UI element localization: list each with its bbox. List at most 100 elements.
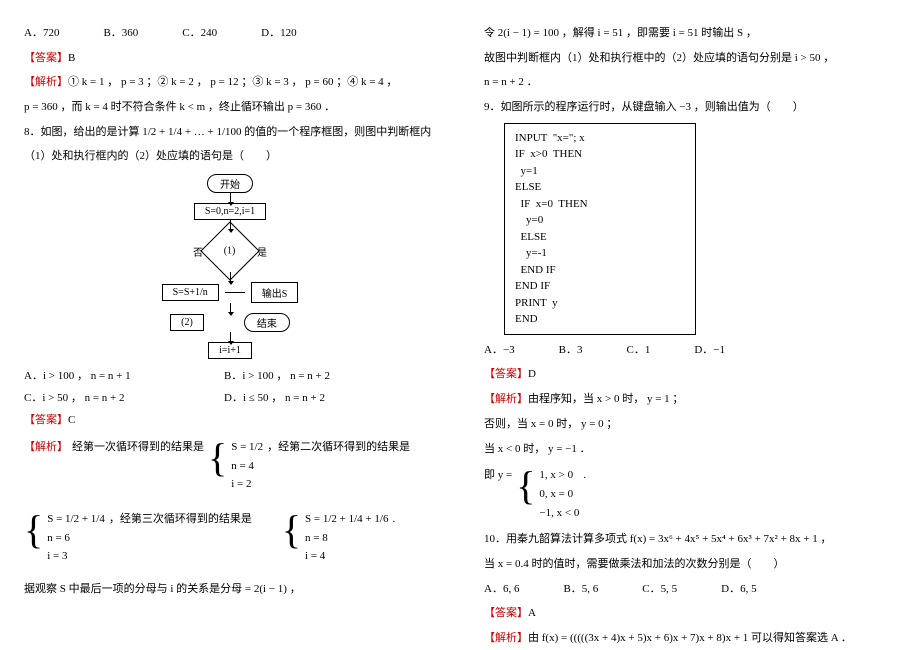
brace-icon: { [282, 510, 301, 550]
q8-exp-mid: ，经第二次循环得到的结果是 [267, 438, 410, 457]
q8-exp-row1: 【解析】 经第一次循环得到的结果是 { S = 1/2 n = 4 i = 2 … [24, 438, 436, 494]
q8-block1: S = 1/2 n = 4 i = 2 [231, 438, 263, 494]
blk3-period: . [392, 510, 395, 529]
q7-explanation-1: 【解析】① k = 1 ， p = 3 ；② k = 2 ， p = 12 ；③… [24, 73, 436, 92]
q10-answer: 【答案】A [484, 604, 896, 623]
q7-exp-text-1: ① k = 1 ， p = 3 ；② k = 2 ， p = 12 ；③ k =… [68, 76, 397, 88]
q10-explanation: 【解析】由 f(x) = (((((3x + 4)x + 5)x + 6)x +… [484, 629, 896, 648]
code-l2: IF x>0 THEN [515, 146, 685, 163]
q10-stem-b: 当 x = 0.4 时的值时，需要做乘法和加法的次数分别是（ ） [484, 555, 896, 574]
fc-cond-text: (1) [224, 246, 236, 257]
blk1-l3: i = 2 [231, 475, 263, 494]
explain-tag: 【解析】 [484, 632, 528, 644]
fc-mid-row: S=S+1/n 输出S [162, 282, 299, 303]
code-l8: y=-1 [515, 245, 685, 262]
q10-answer-value: A [528, 607, 536, 619]
q8-block2: S = 1/2 + 1/4 n = 6 i = 3 [47, 510, 105, 566]
answer-tag: 【答案】 [24, 52, 68, 64]
fc-arrow-icon [230, 303, 231, 313]
q9-exp-text-1: 由程序知，当 x > 0 时， y = 1 ； [528, 393, 683, 405]
fc-cond-row: 否 (1) 是 [193, 230, 267, 272]
q10-stem-a: 10．用秦九韶算法计算多项式 f(x) = 3x⁶ + 4x⁵ + 5x⁴ + … [484, 530, 896, 549]
q8-answer: 【答案】C [24, 411, 436, 430]
blk2-l2: n = 6 [47, 529, 105, 548]
fc-end: 结束 [244, 313, 290, 332]
q9-piecewise: 即 y = { 1, x > 0 0, x = 0 −1, x < 0 . [484, 466, 896, 522]
q9-option-d: D．−1 [694, 341, 725, 360]
fc-arrow-icon [230, 193, 231, 203]
q7-answer: 【答案】B [24, 49, 436, 68]
code-l3: y=1 [515, 163, 685, 180]
cont-line-3: n = n + 2 ． [484, 73, 896, 92]
q10-exp-text: 由 f(x) = (((((3x + 4)x + 5)x + 6)x + 7)x… [528, 632, 852, 644]
blk1-l1: S = 1/2 [231, 438, 263, 457]
q8-option-c: C．i > 50 ， n = n + 2 [24, 389, 224, 405]
q7-option-d: D．120 [261, 24, 296, 43]
explain-tag: 【解析】 [484, 393, 528, 405]
q9-option-c: C．1 [627, 341, 651, 360]
brace-icon: { [516, 466, 535, 506]
blk2-l3: i = 3 [47, 547, 105, 566]
answer-tag: 【答案】 [24, 414, 68, 426]
code-l11: PRINT y [515, 295, 685, 312]
code-l5: IF x=0 THEN [515, 196, 685, 213]
q8-stem-a: 8．如图，给出的是计算 1/2 + 1/4 + … + 1/100 的值的一个程… [24, 123, 436, 142]
q8-block3-wrap: { S = 1/2 + 1/4 + 1/6 n = 8 i = 4 . [282, 510, 395, 566]
left-column: A．720 B．360 C．240 D．120 【答案】B 【解析】① k = … [0, 0, 460, 650]
piece-l2: 0, x = 0 [539, 485, 579, 504]
q10-option-d: D．6, 5 [721, 580, 756, 599]
brace-icon: { [24, 510, 43, 550]
q8-options: A．i > 100 ， n = n + 1 B．i > 100 ， n = n … [24, 367, 436, 405]
code-l12: END [515, 311, 685, 328]
code-l1: INPUT "x="; x [515, 130, 685, 147]
q8-block3: S = 1/2 + 1/4 + 1/6 n = 8 i = 4 [305, 510, 388, 566]
q9-stem: 9．如图所示的程序运行时，从键盘输入 −3 ，则输出值为（ ） [484, 98, 896, 117]
q8-option-a: A．i > 100 ， n = n + 1 [24, 367, 224, 383]
fc-accumulate: S=S+1/n [162, 284, 219, 301]
code-l6: y=0 [515, 212, 685, 229]
q9-option-a: A．−3 [484, 341, 515, 360]
q9-piece-stack: 1, x > 0 0, x = 0 −1, x < 0 [539, 466, 579, 522]
right-column: 令 2(i − 1) = 100 ，解得 i = 51 ，即需要 i = 51 … [460, 0, 920, 650]
fc-arrow-icon [230, 272, 231, 282]
q9-answer: 【答案】D [484, 365, 896, 384]
brace-icon: { [208, 438, 227, 478]
q10-option-c: C．5, 5 [642, 580, 677, 599]
q9-piece-lead: 即 y = [484, 466, 512, 485]
piece-period: . [583, 466, 586, 485]
q8-option-b: B．i > 100 ， n = n + 2 [224, 367, 424, 383]
q7-options: A．720 B．360 C．240 D．120 [24, 24, 436, 43]
fc-arrow-icon [230, 332, 231, 342]
q7-option-b: B．360 [103, 24, 138, 43]
blk3-l2: n = 8 [305, 529, 388, 548]
piece-l3: −1, x < 0 [539, 504, 579, 523]
q9-exp-1: 【解析】由程序知，当 x > 0 时， y = 1 ； [484, 390, 896, 409]
q7-explanation-2: p = 360 ，而 k = 4 时不符合条件 k < m ，终止循环输出 p … [24, 98, 436, 117]
blk2-l1: S = 1/2 + 1/4 [47, 510, 105, 529]
q9-exp-2: 否则，当 x = 0 时， y = 0 ； [484, 415, 896, 434]
fc-step: (2) [170, 314, 204, 331]
q8-exp-between: ，经第三次循环得到的结果是 [109, 510, 252, 529]
code-l4: ELSE [515, 179, 685, 196]
q8-block2-wrap: { S = 1/2 + 1/4 n = 6 i = 3 ，经第三次循环得到的结果… [24, 510, 252, 566]
explain-tag: 【解析】 [24, 438, 68, 457]
fc-start: 开始 [207, 174, 253, 193]
flowchart-figure: 开始 S=0,n=2,i=1 否 (1) 是 S=S+1/n 输出S (2) 结… [24, 174, 436, 359]
cont-line-2: 故图中判断框内（1）处和执行框中的（2）处应填的语句分别是 i > 50 ， [484, 49, 896, 68]
explain-tag: 【解析】 [24, 76, 68, 88]
q9-options: A．−3 B．3 C．1 D．−1 [484, 341, 896, 360]
q8-exp-lead: 经第一次循环得到的结果是 [72, 438, 204, 457]
q8-stem-b: （1）处和执行框内的（2）处应填的语句是（ ） [24, 147, 436, 166]
flowchart: 开始 S=0,n=2,i=1 否 (1) 是 S=S+1/n 输出S (2) 结… [162, 174, 299, 359]
answer-tag: 【答案】 [484, 368, 528, 380]
q7-option-c: C．240 [182, 24, 217, 43]
answer-tag: 【答案】 [484, 607, 528, 619]
code-l10: END IF [515, 278, 685, 295]
q8-exp-tail: 据观察 S 中最后一项的分母与 i 的关系是分母 = 2(i − 1) ， [24, 580, 436, 599]
q8-exp-row2: { S = 1/2 + 1/4 n = 6 i = 3 ，经第三次循环得到的结果… [24, 502, 436, 574]
piece-l1: 1, x > 0 [539, 466, 579, 485]
code-l9: END IF [515, 262, 685, 279]
blk1-l2: n = 4 [231, 457, 263, 476]
q8-option-d: D．i ≤ 50 ， n = n + 2 [224, 389, 424, 405]
q10-option-a: A．6, 6 [484, 580, 519, 599]
